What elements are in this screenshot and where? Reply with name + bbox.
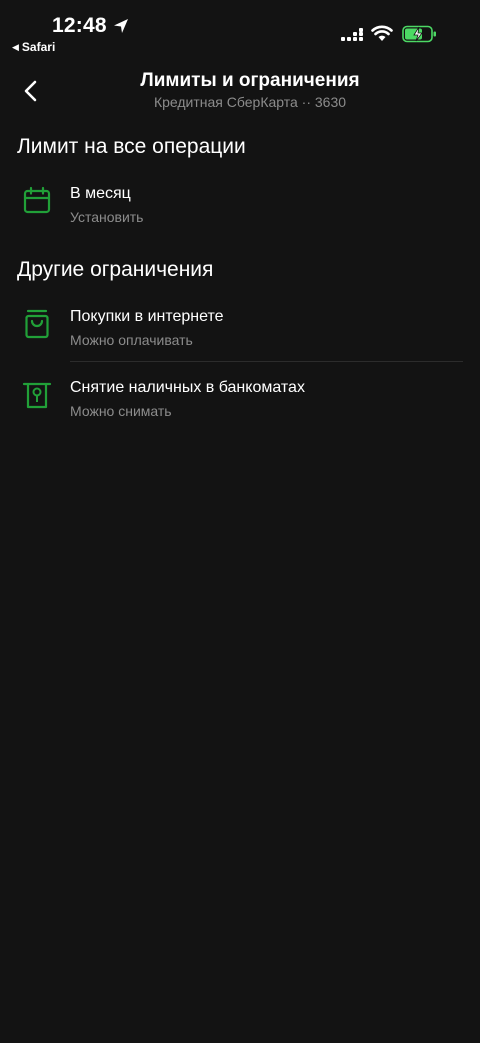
back-to-app-button[interactable]: ◀ Safari xyxy=(12,40,55,54)
list-item-monthly-limit[interactable]: В месяц Установить xyxy=(0,184,480,244)
list-item-subtitle: Можно снимать xyxy=(70,403,172,419)
list-item-subtitle: Можно оплачивать xyxy=(70,332,193,348)
wifi-icon xyxy=(371,25,393,41)
back-triangle-icon: ◀ xyxy=(12,41,19,52)
chevron-left-icon xyxy=(24,80,37,102)
divider xyxy=(70,361,463,362)
page-subtitle: Кредитная СберКарта ·· 3630 xyxy=(153,94,347,110)
list-item-online-purchases[interactable]: Покупки в интернете Можно оплачивать xyxy=(0,307,480,367)
back-button[interactable] xyxy=(14,74,48,108)
back-app-label: Safari xyxy=(21,40,56,54)
list-item-atm-cash-withdrawal[interactable]: Снятие наличных в банкоматах Можно снима… xyxy=(0,378,480,438)
list-item-subtitle: Установить xyxy=(70,209,144,225)
section-title-other-restrictions: Другие ограничения xyxy=(17,258,214,281)
page-title: Лимиты и ограничения xyxy=(140,70,360,91)
list-item-title: В месяц xyxy=(70,185,131,202)
section-title-all-operations-limit: Лимит на все операции xyxy=(17,135,246,158)
status-bar: 12:48 ◀ Safari xyxy=(0,0,480,60)
nav-header: Лимиты и ограничения Кредитная СберКарта… xyxy=(0,66,480,116)
list-item-title: Покупки в интернете xyxy=(70,308,224,325)
battery-charging-icon xyxy=(402,25,436,43)
atm-icon xyxy=(22,382,52,409)
location-arrow-icon xyxy=(114,19,128,33)
shopping-bag-icon xyxy=(25,309,49,339)
list-item-title: Снятие наличных в банкоматах xyxy=(70,379,305,396)
calendar-icon xyxy=(23,186,51,214)
cellular-signal-icon xyxy=(341,28,363,41)
status-time: 12:48 xyxy=(52,14,107,37)
